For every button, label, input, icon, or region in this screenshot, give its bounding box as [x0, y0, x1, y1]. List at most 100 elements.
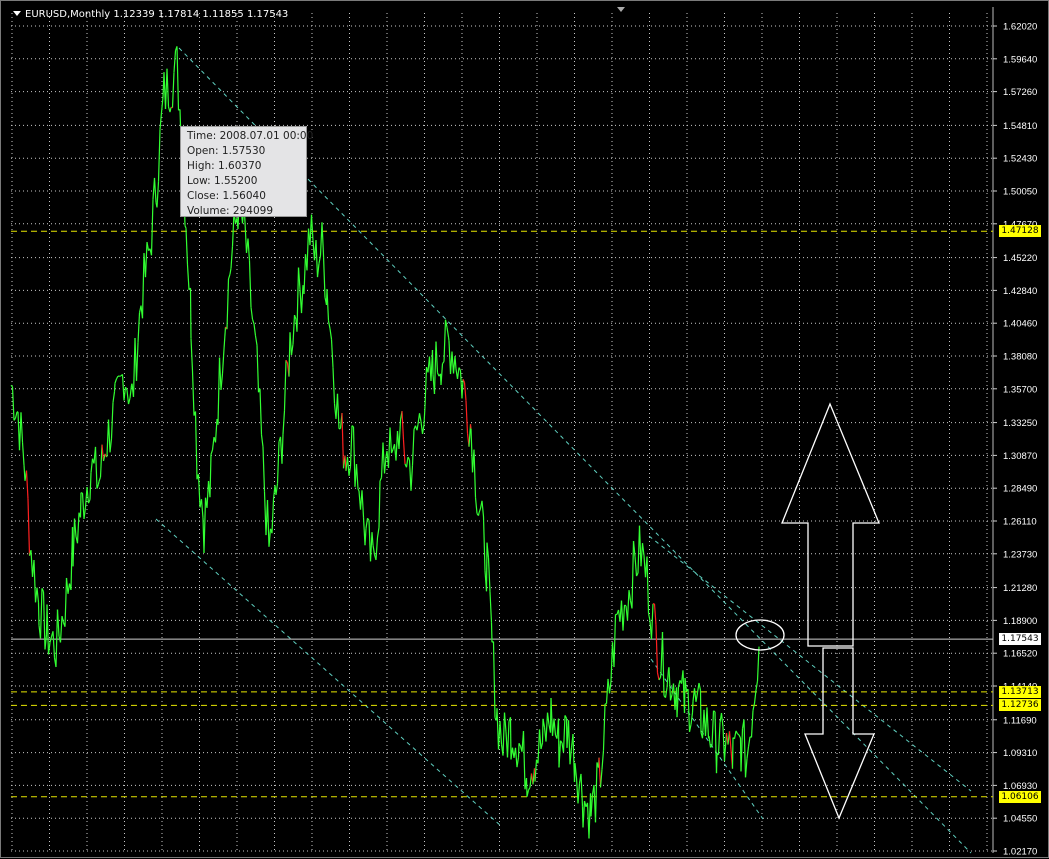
price-segment: [96, 447, 98, 489]
price-segment: [402, 411, 404, 440]
price-segment: [492, 623, 493, 642]
price-segment: [610, 681, 612, 693]
price-segment: [756, 681, 758, 690]
price-segment: [210, 454, 211, 497]
channel-line[interactable]: [156, 519, 501, 826]
price-segment: [712, 711, 714, 746]
price-segment: [290, 332, 292, 355]
price-segment: [58, 610, 60, 637]
price-segment: [47, 605, 49, 655]
price-scale: 1.620201.596401.572601.548101.524301.500…: [993, 22, 1037, 858]
price-segment: [56, 610, 58, 667]
price-segment: [747, 747, 749, 759]
price-segment: [516, 748, 518, 767]
tooltip-volume: Volume: 294099: [187, 204, 306, 219]
price-segment: [707, 707, 709, 738]
price-segment: [663, 632, 665, 696]
ellipse-outline[interactable]: [736, 620, 784, 650]
price-segment: [730, 731, 732, 749]
price-scale-label: 1.45220: [1003, 253, 1037, 264]
price-segment: [436, 342, 438, 373]
price-segment: [540, 729, 542, 749]
price-segment: [519, 743, 520, 757]
annotations[interactable]: [736, 404, 879, 818]
price-segment: [115, 383, 116, 392]
price-segment: [677, 687, 679, 718]
price-segment: [130, 385, 132, 398]
price-segment: [329, 321, 331, 329]
price-segment: [78, 513, 80, 544]
price-segment: [476, 497, 478, 513]
price-segment: [174, 51, 176, 73]
price-segment: [741, 729, 743, 772]
price-segment: [366, 518, 368, 528]
price-segment: [13, 387, 15, 421]
price-segment: [188, 265, 190, 290]
price-segment: [113, 392, 115, 403]
price-segment: [349, 466, 351, 475]
price-scale-label: 1.59640: [1003, 54, 1037, 65]
price-segment: [61, 616, 63, 642]
price-segment: [652, 604, 654, 639]
price-segment: [16, 412, 18, 418]
channel-line[interactable]: [649, 536, 971, 791]
price-segment: [443, 361, 445, 363]
horizontal-levels[interactable]: [11, 231, 993, 796]
triangle-down-icon[interactable]: [13, 11, 21, 16]
price-segment: [324, 255, 326, 297]
chart-window[interactable]: 1.620201.596401.572601.548101.524301.500…: [0, 0, 1049, 858]
price-segment: [262, 435, 264, 447]
price-segment: [739, 735, 741, 738]
price-segment: [601, 769, 603, 787]
price-segment: [211, 450, 213, 454]
price-segment: [666, 688, 668, 698]
price-segment: [752, 710, 754, 737]
price-segment: [81, 493, 82, 518]
candle-tooltip: Time: 2008.07.01 00:00 Open: 1.57530 Hig…: [180, 126, 307, 217]
price-segment: [293, 315, 295, 344]
price-segment: [27, 471, 29, 499]
price-segment: [749, 737, 751, 747]
price-segment: [250, 261, 252, 307]
price-segment: [358, 489, 359, 491]
price-segment: [307, 228, 309, 270]
price-segment: [628, 590, 630, 620]
price-segment: [503, 713, 505, 756]
price-segment: [170, 107, 171, 112]
price-scale-label: 1.38080: [1003, 352, 1037, 363]
symbol-info-bar[interactable]: EURUSD,Monthly 1.12339 1.17814 1.11855 1…: [13, 9, 288, 20]
price-segment: [647, 557, 649, 614]
arrow-down-outline[interactable]: [805, 648, 874, 818]
price-segment: [213, 437, 215, 450]
price-segment: [632, 541, 634, 608]
price-scale-label: 1.50050: [1003, 187, 1037, 198]
price-segment: [137, 343, 139, 381]
price-segment: [110, 439, 112, 453]
price-segment: [248, 239, 250, 261]
price-segment: [362, 490, 364, 517]
price-segment: [484, 517, 486, 571]
price-segment: [441, 364, 443, 385]
price-segment: [444, 320, 446, 362]
price-scale-label: 1.18900: [1003, 616, 1037, 627]
price-segment: [527, 778, 528, 797]
price-segment: [404, 440, 406, 464]
price-segment: [548, 713, 550, 725]
price-segment: [494, 642, 496, 718]
price-segment: [283, 410, 285, 434]
arrow-up-outline[interactable]: [782, 404, 879, 646]
price-segment: [65, 578, 67, 627]
price-segment: [607, 679, 609, 704]
price-scale-label: 1.52430: [1003, 154, 1037, 165]
price-segment: [129, 398, 131, 404]
price-segment: [302, 285, 304, 313]
price-segment: [413, 429, 415, 465]
shift-marker-icon[interactable]: [617, 7, 625, 12]
price-segment: [641, 543, 643, 566]
price-segment: [285, 360, 287, 410]
price-scale-label: 1.40460: [1003, 319, 1037, 330]
price-chart[interactable]: 1.620201.596401.572601.548101.524301.500…: [1, 1, 1049, 859]
price-segment: [101, 445, 103, 478]
price-scale-label: 1.62020: [1003, 22, 1037, 33]
price-segment: [425, 367, 427, 406]
